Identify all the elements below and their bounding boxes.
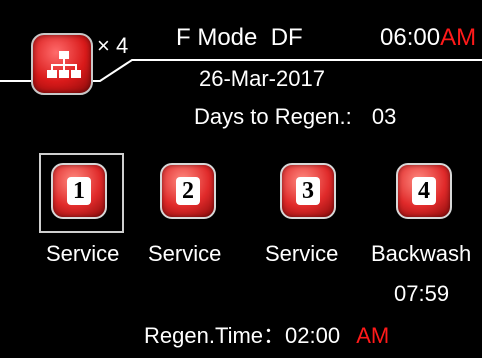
valve-4-timer: 07:59 (394, 281, 450, 306)
regen-time-ampm: AM (356, 323, 390, 348)
valve-4-number: 4 (412, 177, 436, 205)
valve-2-status: Service (148, 241, 222, 266)
clock-time: 06:00 (380, 24, 441, 51)
regen-time-value: 02:00 (285, 323, 341, 348)
units-multiplier: × 4 (97, 33, 129, 58)
valve-2-button[interactable]: 2 (160, 163, 216, 219)
valve-2-number: 2 (176, 177, 200, 205)
valve-3-number: 3 (296, 177, 320, 205)
days-to-regen-value: 03 (371, 104, 397, 129)
clock-ampm: AM (440, 24, 477, 51)
days-to-regen-label: Days to Regen.: (194, 104, 352, 129)
valve-1-number: 1 (67, 177, 91, 205)
regen-time-label: Regen.Time： (144, 323, 286, 348)
mode-label: F Mode DF (176, 24, 303, 51)
network-hierarchy-icon (47, 51, 81, 78)
days-to-regen: Days to Regen.: 03 (194, 104, 396, 130)
valve-4-status: Backwash (371, 241, 472, 266)
regen-time: Regen.Time：02:00 AM (144, 318, 389, 350)
valve-1-status: Service (46, 241, 120, 266)
valve-1-button[interactable]: 1 (51, 163, 107, 219)
date-display: 26-Mar-2017 (199, 66, 325, 91)
network-units-button[interactable] (31, 33, 93, 95)
valve-4-button[interactable]: 4 (396, 163, 452, 219)
valve-3-button[interactable]: 3 (280, 163, 336, 219)
valve-3-status: Service (265, 241, 339, 266)
clock: 06:00AM (380, 24, 476, 52)
